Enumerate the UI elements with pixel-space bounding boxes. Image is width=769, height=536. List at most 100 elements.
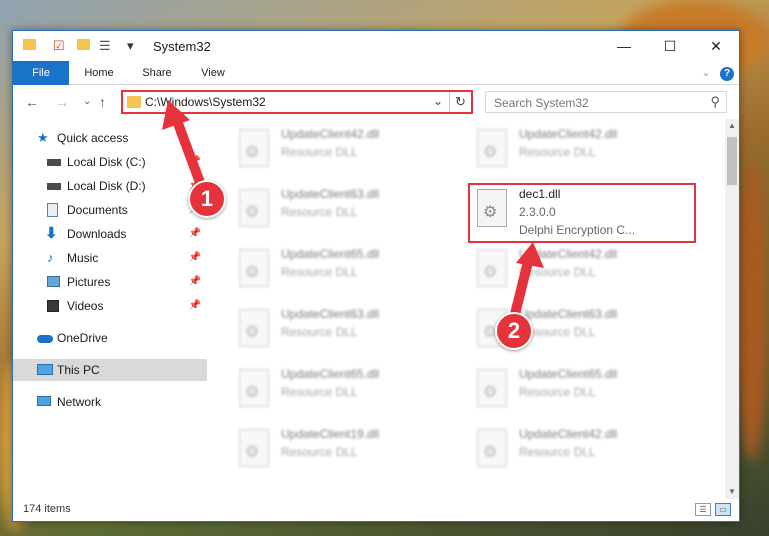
nav-quick-access[interactable]: ★ Quick access	[13, 127, 207, 149]
pictures-icon	[47, 276, 60, 287]
file-name: UpdateClient42.dll	[519, 127, 618, 141]
list-item[interactable]: ⚙ UpdateClient42.dll Resource DLL	[233, 123, 463, 179]
dll-file-icon: ⚙	[477, 249, 507, 287]
recent-locations-icon[interactable]: ⌄	[83, 96, 91, 107]
music-icon: ♪	[47, 250, 54, 265]
scroll-thumb[interactable]	[727, 137, 737, 185]
file-name: UpdateClient65.dll	[519, 367, 618, 381]
download-icon: ⬇	[45, 225, 58, 242]
tab-share[interactable]: Share	[135, 61, 179, 85]
customize-icon[interactable]: ☰	[99, 38, 111, 54]
status-bar: 174 items ☰ ▭	[13, 499, 739, 521]
nav-music[interactable]: ♪ Music 📌	[13, 247, 207, 269]
videos-icon	[47, 300, 59, 312]
documents-icon	[47, 203, 58, 217]
search-input[interactable]: Search System32 ⚲	[485, 91, 727, 113]
title-bar: ☑ ☰ ▾ System32 — ☐ ✕	[13, 31, 739, 61]
navigation-pane: ★ Quick access Local Disk (C:) 📌 Local D…	[13, 119, 207, 499]
dll-file-icon: ⚙	[477, 429, 507, 467]
file-type: Resource DLL	[519, 145, 596, 159]
tab-view[interactable]: View	[191, 61, 235, 85]
tab-file[interactable]: File	[13, 61, 69, 85]
expand-ribbon-icon[interactable]: ⌄	[699, 61, 713, 85]
up-arrow-icon[interactable]: ↑	[99, 94, 106, 110]
file-name: UpdateClient65.dll	[281, 247, 380, 261]
file-name: UpdateClient63.dll	[281, 307, 380, 321]
file-type: Resource DLL	[281, 205, 358, 219]
search-icon: ⚲	[710, 94, 720, 109]
nav-label: Downloads	[67, 227, 127, 241]
file-name: UpdateClient19.dll	[281, 427, 380, 441]
help-icon[interactable]: ?	[719, 61, 735, 85]
dll-file-icon: ⚙	[477, 129, 507, 167]
list-item[interactable]: ⚙ UpdateClient19.dll Resource DLL	[233, 423, 463, 479]
list-item[interactable]: ⚙ UpdateClient63.dll Resource DLL	[233, 303, 463, 359]
nav-label: Local Disk (C:)	[67, 155, 146, 169]
large-icons-view-icon[interactable]: ▭	[715, 503, 731, 516]
scroll-down-arrow-icon[interactable]: ▼	[725, 485, 739, 499]
pin-icon: 📌	[188, 252, 201, 263]
nav-label: Music	[67, 251, 99, 265]
list-item[interactable]: ⚙ UpdateClient63.dll Resource DLL	[233, 183, 463, 239]
file-name: UpdateClient42.dll	[519, 427, 618, 441]
nav-downloads[interactable]: ⬇ Downloads 📌	[13, 223, 207, 245]
dll-file-icon: ⚙	[239, 189, 269, 227]
drive-icon	[47, 183, 61, 190]
list-item[interactable]: ⚙ UpdateClient65.dll Resource DLL	[233, 243, 463, 299]
window-title: System32	[153, 39, 211, 54]
maximize-button[interactable]: ☐	[647, 31, 693, 61]
nav-local-disk-c[interactable]: Local Disk (C:) 📌	[13, 151, 207, 173]
nav-label: Documents	[67, 203, 128, 217]
file-type: Resource DLL	[519, 385, 596, 399]
nav-local-disk-d[interactable]: Local Disk (D:) 📌	[13, 175, 207, 197]
file-name: UpdateClient63.dll	[519, 307, 618, 321]
dll-file-icon: ⚙	[239, 249, 269, 287]
nav-label: Videos	[67, 299, 104, 313]
forward-arrow-icon[interactable]: →	[55, 94, 69, 110]
tab-home[interactable]: Home	[77, 61, 121, 85]
dll-file-icon: ⚙	[239, 309, 269, 347]
network-icon	[37, 396, 51, 406]
list-item[interactable]: ⚙ UpdateClient42.dll Resource DLL	[471, 423, 701, 479]
list-item[interactable]: ⚙ UpdateClient65.dll Resource DLL	[233, 363, 463, 419]
file-name: UpdateClient65.dll	[281, 367, 380, 381]
new-folder-icon[interactable]	[77, 38, 90, 53]
nav-onedrive[interactable]: OneDrive	[13, 327, 207, 349]
callout-2: 2	[495, 312, 533, 350]
nav-label: Local Disk (D:)	[67, 179, 146, 193]
nav-label: OneDrive	[57, 331, 108, 345]
dll-file-icon: ⚙	[239, 429, 269, 467]
minimize-button[interactable]: —	[601, 31, 647, 61]
properties-icon[interactable]: ☑	[53, 38, 65, 54]
drive-icon	[47, 159, 61, 166]
vertical-scrollbar[interactable]: ▲ ▼	[725, 119, 739, 499]
close-button[interactable]: ✕	[693, 31, 739, 61]
nav-network[interactable]: Network	[13, 391, 207, 413]
file-highlight-box	[468, 183, 696, 243]
list-item[interactable]: ⚙ UpdateClient42.dll Resource DLL	[471, 123, 701, 179]
folder-icon	[23, 38, 36, 53]
list-item[interactable]: ⚙ UpdateClient42.dll Resource DLL	[471, 243, 701, 299]
file-name: UpdateClient42.dll	[281, 127, 380, 141]
file-type: Resource DLL	[281, 145, 358, 159]
pc-icon	[37, 364, 53, 375]
star-icon: ★	[37, 130, 49, 145]
scroll-up-arrow-icon[interactable]: ▲	[725, 119, 739, 133]
details-view-icon[interactable]: ☰	[695, 503, 711, 516]
file-type: Resource DLL	[281, 325, 358, 339]
back-arrow-icon[interactable]: ←	[25, 94, 39, 110]
nav-label: Network	[57, 395, 102, 409]
chevron-down-icon[interactable]: ▾	[127, 38, 134, 54]
nav-this-pc[interactable]: This PC	[13, 359, 207, 381]
pin-icon: 📌	[188, 276, 201, 287]
file-list: ⚙ UpdateClient42.dll Resource DLL ⚙ Upda…	[213, 119, 725, 499]
nav-pictures[interactable]: Pictures 📌	[13, 271, 207, 293]
nav-videos[interactable]: Videos 📌	[13, 295, 207, 317]
callout-1: 1	[188, 180, 226, 218]
nav-documents[interactable]: Documents 📌	[13, 199, 207, 221]
list-item[interactable]: ⚙ UpdateClient65.dll Resource DLL	[471, 363, 701, 419]
cloud-icon	[37, 335, 53, 343]
address-highlight-box	[119, 88, 473, 114]
ribbon-tabs: File Home Share View ⌄ ?	[13, 61, 739, 85]
file-name: UpdateClient42.dll	[519, 247, 618, 261]
